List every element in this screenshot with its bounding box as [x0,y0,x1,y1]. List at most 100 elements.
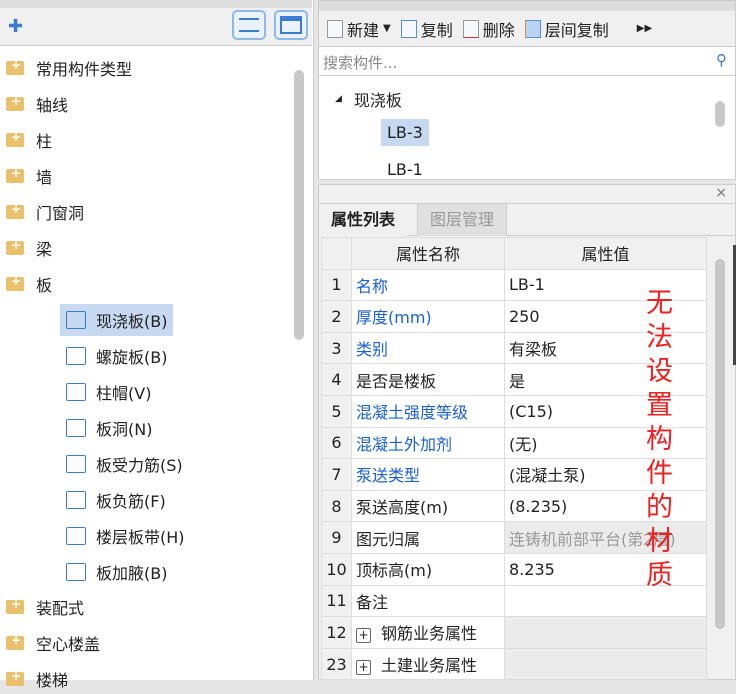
row-number: 2 [321,300,352,333]
property-name: 顶标高(m) [351,552,505,586]
tree-group[interactable]: ◢ 现浇板 [335,87,402,111]
close-icon[interactable]: × [715,185,727,201]
component-icon [66,383,86,401]
property-name: 类别 [351,331,505,365]
table-row[interactable]: 23 + 土建业务属性 [321,647,707,681]
delete-label: 删除 [482,20,515,40]
copy-button[interactable]: 复制 [400,17,453,41]
nav-subitem[interactable]: 楼层板带(H) [60,520,191,552]
property-name-text: 类别 [356,340,389,360]
list-view-button[interactable] [232,10,266,40]
new-button[interactable]: 新建 ▼ [327,17,391,41]
property-value[interactable]: 有梁板 [504,331,707,365]
table-row[interactable]: 12 + 钢筋业务属性 [321,616,707,649]
nav-item[interactable]: 柱 [6,125,52,155]
nav-subitem[interactable]: 柱帽(V) [60,376,157,408]
delete-icon [462,19,479,38]
property-value[interactable]: 8.235 [504,552,707,586]
nav-subitem[interactable]: 螺旋板(B) [60,340,173,372]
properties-panel: × 属性列表 图层管理 属性名称 属性值 1 名称 LB-1 2 厚度(mm) 250 3 类别… [318,184,736,681]
property-name-text: 混凝土强度等级 [356,403,469,423]
property-value[interactable]: LB-1 [504,268,707,302]
property-value[interactable]: (8.235) [504,489,707,523]
copy-icon [400,19,417,38]
component-nav-panel: ✚ 常用构件类型轴线柱墙门窗洞梁板现浇板(B) 螺旋板(B) 柱帽(V) 板洞(N) 板… [0,0,314,690]
nav-subitem[interactable]: 板加腋(B) [60,556,173,588]
tree-item-lb1[interactable]: LB-1 [381,156,429,183]
panel-view-button[interactable] [274,10,308,40]
property-value[interactable]: 连铸机前部平台(第2层) [504,521,707,554]
tab-bar: 属性列表 图层管理 [319,203,735,236]
property-name: 泵送高度(m) [351,489,505,523]
search-placeholder: 搜索构件... [323,54,398,72]
search-input[interactable]: 搜索构件... ⚲ [319,48,735,76]
property-value[interactable]: (混凝土泵) [504,458,707,491]
property-value[interactable] [504,647,707,681]
property-name-text: 名称 [356,276,389,296]
tab-layers[interactable]: 图层管理 [417,204,508,236]
nav-item[interactable]: 门窗洞 [6,197,84,227]
folder-icon [6,94,24,111]
search-icon[interactable]: ⚲ [716,51,727,69]
nav-subitem-label: 柱帽(V) [96,384,152,403]
nav-item[interactable]: 楼梯 [6,664,68,694]
row-number: 8 [321,489,352,523]
expand-icon[interactable]: + [356,628,371,644]
property-value[interactable]: 250 [504,300,707,333]
nav-item[interactable]: 轴线 [6,89,68,119]
nav-subitem-label: 螺旋板(B) [96,348,168,367]
nav-toolbar: ✚ [0,0,312,46]
property-name-text: 图元归属 [356,529,421,549]
dropdown-icon[interactable]: ▼ [383,23,391,34]
property-value[interactable]: 是 [504,363,707,396]
folder-icon [6,669,24,686]
scrollbar[interactable] [715,259,725,629]
nav-item-label: 常用构件类型 [36,60,133,79]
nav-item[interactable]: 板 [6,269,52,299]
nav-item-label: 墙 [36,168,53,187]
scrollbar[interactable] [715,101,725,127]
more-icon[interactable]: ▶▶ [637,23,652,34]
property-value[interactable] [504,584,707,618]
property-name-text: 泵送高度(m) [356,498,449,518]
nav-subitem-label: 板加腋(B) [96,564,168,583]
nav-subitem[interactable]: 板洞(N) [60,412,158,444]
delete-button[interactable]: 删除 [462,17,515,41]
property-value[interactable]: (C15) [504,394,707,428]
expand-icon[interactable]: + [356,660,371,676]
folder-icon [6,274,24,291]
collapse-icon[interactable]: ◢ [335,94,342,104]
nav-subitem[interactable]: 现浇板(B) [60,304,174,336]
tree-item-lb3[interactable]: LB-3 [381,119,429,146]
component-icon [66,455,86,473]
floor-copy-button[interactable]: 层间复制 [524,17,609,41]
property-name: 名称 [351,268,505,302]
property-name-text: 泵送类型 [356,466,421,486]
nav-item[interactable]: 常用构件类型 [6,53,132,83]
property-name-text: 是否是楼板 [356,371,437,391]
row-number: 12 [321,616,352,649]
tab-properties[interactable]: 属性列表 [319,204,408,236]
nav-subitem[interactable]: 板负筋(F) [60,484,172,516]
property-name: 备注 [351,584,505,618]
tree-group-label: 现浇板 [353,91,402,110]
row-number: 7 [321,458,352,491]
nav-item[interactable]: 装配式 [6,592,84,622]
component-icon [66,419,86,437]
copy-label: 复制 [420,20,453,40]
property-value[interactable]: (无) [504,426,707,460]
folder-icon [6,597,24,614]
nav-item[interactable]: 梁 [6,233,52,263]
row-number-header [321,237,352,270]
nav-subitem-label: 楼层板带(H) [96,528,185,547]
nav-item[interactable]: 墙 [6,161,52,191]
nav-item[interactable]: 空心楼盖 [6,628,100,658]
nav-subitem-label: 现浇板(B) [96,312,168,331]
nav-subitem[interactable]: 板受力筋(S) [60,448,189,480]
scrollbar[interactable] [294,70,304,340]
add-icon[interactable]: ✚ [8,16,23,37]
row-number: 10 [321,552,352,586]
row-number: 1 [321,268,352,302]
property-value[interactable] [504,616,707,649]
floor-copy-icon [524,19,541,38]
